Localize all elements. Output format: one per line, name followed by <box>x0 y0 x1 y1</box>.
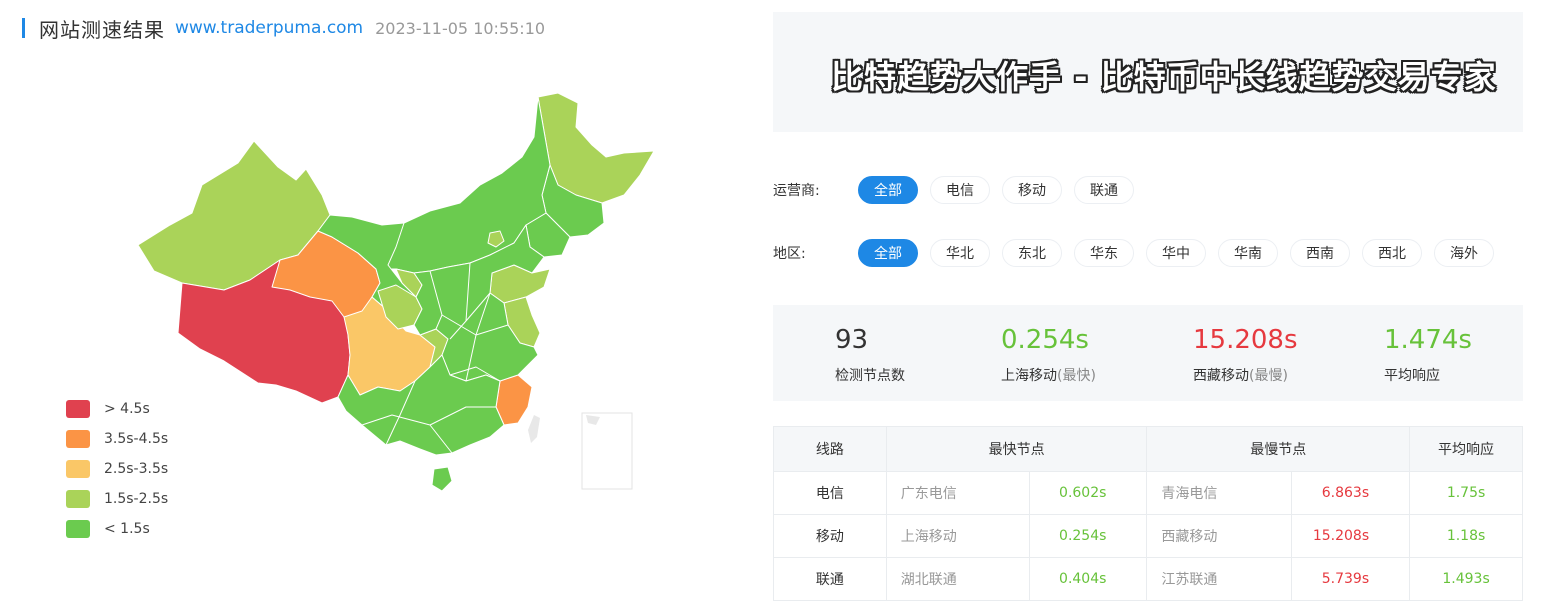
carrier-filter-label: 运营商: <box>773 183 820 199</box>
fastest-tag: (最快) <box>1057 368 1096 384</box>
ad-banner[interactable]: 比特趋势大作手 - 比特币中长线趋势交易专家 <box>773 12 1523 132</box>
average-value: 1.474s <box>1384 325 1472 355</box>
slowest-node: 西藏移动 <box>1146 514 1293 558</box>
slowest-value: 15.208s <box>1193 325 1298 355</box>
average-time: 1.493s <box>1409 557 1523 601</box>
region-filter-label: 地区: <box>773 246 806 262</box>
average-time: 1.18s <box>1409 514 1523 558</box>
row-line: 联通 <box>773 557 887 601</box>
stats-panel: 93 检测节点数 0.254s 上海移动(最快) 15.208s 西藏移动(最慢… <box>773 305 1523 401</box>
col-header-line: 线路 <box>773 426 887 472</box>
fastest-node: 广东电信 <box>885 471 1030 515</box>
region-chip[interactable]: 东北 <box>1002 239 1062 267</box>
legend-label: 1.5s-2.5s <box>104 491 169 507</box>
legend-label: 2.5s-3.5s <box>104 461 169 477</box>
fastest-time: 0.602s <box>1028 471 1148 515</box>
region-chip[interactable]: 海外 <box>1434 239 1494 267</box>
region-filter: 地区: 全部 华北 东北 华东 华中 华南 西南 西北 海外 <box>773 239 1506 267</box>
fastest-time: 0.404s <box>1028 557 1148 601</box>
slowest-time: 15.208s <box>1291 514 1411 558</box>
page-title: 网站测速结果 <box>39 17 165 42</box>
legend-item[interactable]: 1.5s-2.5s <box>66 484 168 514</box>
legend-item[interactable]: 3.5s-4.5s <box>66 424 168 454</box>
row-line: 电信 <box>773 471 887 515</box>
slowest-time: 6.863s <box>1291 471 1411 515</box>
taiwan-outline <box>528 415 540 443</box>
region-chip[interactable]: 华东 <box>1074 239 1134 267</box>
legend-swatch <box>66 520 90 538</box>
node-count-value: 93 <box>835 325 869 355</box>
slowest-node-label: 西藏移动 <box>1193 368 1249 384</box>
region-chip[interactable]: 华中 <box>1146 239 1206 267</box>
table-row: 联通 湖北联通 0.404s 江苏联通 5.739s 1.493s <box>773 557 1523 601</box>
col-header-average: 平均响应 <box>1409 426 1523 472</box>
legend-swatch <box>66 430 90 448</box>
results-table: 线路 最快节点 最慢节点 平均响应 电信 广东电信 0.602s 青海电信 6.863s… <box>773 426 1523 601</box>
region-chip[interactable]: 华南 <box>1218 239 1278 267</box>
average-time: 1.75s <box>1409 471 1523 515</box>
region-chip[interactable]: 西北 <box>1362 239 1422 267</box>
slowest-time: 5.739s <box>1291 557 1411 601</box>
legend-label: 3.5s-4.5s <box>104 431 169 447</box>
stat-node-count: 93 检测节点数 <box>835 323 905 385</box>
legend-swatch <box>66 490 90 508</box>
header-accent-bar <box>22 18 25 38</box>
col-header-fastest: 最快节点 <box>885 426 1148 472</box>
table-header-row: 线路 最快节点 最慢节点 平均响应 <box>773 426 1523 472</box>
banner-text: 比特趋势大作手 - 比特币中长线趋势交易专家 <box>831 58 1497 96</box>
carrier-filter: 运营商: 全部 电信 移动 联通 <box>773 176 1146 204</box>
province-fujian[interactable] <box>495 374 533 426</box>
stat-average: 1.474s 平均响应 <box>1384 323 1472 385</box>
carrier-chip[interactable]: 全部 <box>858 176 918 204</box>
site-url-link[interactable]: www.traderpuma.com <box>175 18 363 38</box>
average-label: 平均响应 <box>1384 368 1440 384</box>
stat-fastest: 0.254s 上海移动(最快) <box>1001 323 1096 385</box>
legend-label: > 4.5s <box>104 401 150 417</box>
legend-item[interactable]: 2.5s-3.5s <box>66 454 168 484</box>
slowest-tag: (最慢) <box>1249 368 1288 384</box>
province-hainan[interactable] <box>431 466 453 492</box>
test-timestamp: 2023-11-05 10:55:10 <box>375 18 546 38</box>
table-row: 电信 广东电信 0.602s 青海电信 6.863s 1.75s <box>773 471 1523 515</box>
china-speed-map <box>137 92 655 492</box>
carrier-chip[interactable]: 移动 <box>1002 176 1062 204</box>
legend-swatch <box>66 400 90 418</box>
map-legend: > 4.5s 3.5s-4.5s 2.5s-3.5s 1.5s-2.5s < 1.5s <box>66 394 168 544</box>
south-sea-island <box>586 415 600 425</box>
fastest-node: 上海移动 <box>885 514 1030 558</box>
fastest-time: 0.254s <box>1028 514 1148 558</box>
region-chip[interactable]: 华北 <box>930 239 990 267</box>
south-sea-inset <box>581 412 633 490</box>
fastest-node: 湖北联通 <box>885 557 1030 601</box>
legend-item[interactable]: < 1.5s <box>66 514 168 544</box>
col-header-slowest: 最慢节点 <box>1146 426 1411 472</box>
slowest-node: 青海电信 <box>1146 471 1293 515</box>
carrier-chip[interactable]: 电信 <box>930 176 990 204</box>
legend-label: < 1.5s <box>104 521 150 537</box>
fastest-value: 0.254s <box>1001 325 1089 355</box>
carrier-chip-group: 全部 电信 移动 联通 <box>858 176 1146 204</box>
region-chip[interactable]: 西南 <box>1290 239 1350 267</box>
fastest-node-label: 上海移动 <box>1001 368 1057 384</box>
stat-slowest: 15.208s 西藏移动(最慢) <box>1193 323 1298 385</box>
result-header: 网站测速结果 www.traderpuma.com 2023-11-05 10:… <box>22 14 545 42</box>
slowest-node: 江苏联通 <box>1146 557 1293 601</box>
row-line: 移动 <box>773 514 887 558</box>
legend-swatch <box>66 460 90 478</box>
node-count-label: 检测节点数 <box>835 368 905 384</box>
table-row: 移动 上海移动 0.254s 西藏移动 15.208s 1.18s <box>773 514 1523 558</box>
region-chip[interactable]: 全部 <box>858 239 918 267</box>
legend-item[interactable]: > 4.5s <box>66 394 168 424</box>
region-chip-group: 全部 华北 东北 华东 华中 华南 西南 西北 海外 <box>858 239 1506 267</box>
carrier-chip[interactable]: 联通 <box>1074 176 1134 204</box>
